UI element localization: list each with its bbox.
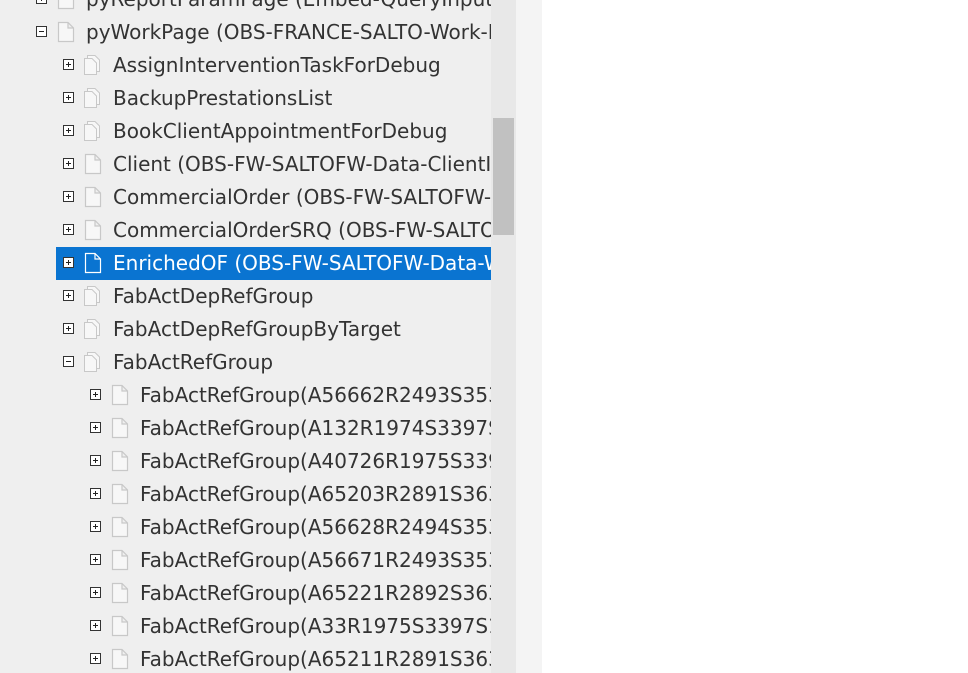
tree-row-label: FabActRefGroup(A56628R2494S3538 bbox=[140, 515, 491, 539]
tree-row-label: FabActRefGroup(A65203R2891S3633 bbox=[140, 482, 491, 506]
single-page-icon bbox=[84, 186, 102, 208]
expand-toggle-icon[interactable] bbox=[63, 125, 74, 136]
single-page-icon bbox=[111, 417, 129, 439]
tree-row[interactable]: pyWorkPage (OBS-FRANCE-SALTO-Work-D bbox=[0, 16, 491, 49]
tree-row-label: pyWorkPage (OBS-FRANCE-SALTO-Work-D bbox=[86, 20, 491, 44]
expand-toggle-icon[interactable] bbox=[36, 0, 47, 4]
expand-toggle-icon[interactable] bbox=[90, 389, 101, 400]
page-list-icon bbox=[84, 352, 100, 372]
tree-row-label: EnrichedOF (OBS-FW-SALTOFW-Data-W bbox=[113, 251, 491, 275]
page-list-icon bbox=[84, 286, 100, 306]
tree-row[interactable]: EnrichedOF (OBS-FW-SALTOFW-Data-W bbox=[0, 247, 491, 280]
single-page-icon bbox=[111, 450, 129, 472]
tree-row-label: CommercialOrder (OBS-FW-SALTOFW-D bbox=[113, 185, 491, 209]
expand-toggle-icon[interactable] bbox=[90, 620, 101, 631]
page-list-icon bbox=[84, 121, 100, 141]
single-page-icon bbox=[111, 483, 129, 505]
tree-row-label: FabActRefGroup(A56671R2493S3538 bbox=[140, 548, 491, 572]
expand-toggle-icon[interactable] bbox=[63, 59, 74, 70]
expand-toggle-icon[interactable] bbox=[90, 521, 101, 532]
single-page-icon bbox=[84, 219, 102, 241]
clipboard-tree-panel: pyReportParamPage (Embed-QueryInputs pyWo… bbox=[0, 0, 516, 673]
single-page-icon bbox=[111, 384, 129, 406]
tree-row-label: FabActRefGroup(A56662R2493S3538 bbox=[140, 383, 491, 407]
expand-toggle-icon[interactable] bbox=[90, 653, 101, 664]
page-list-icon bbox=[84, 88, 100, 108]
single-page-icon bbox=[84, 153, 102, 175]
tree-row-label: FabActRefGroup(A132R1974S3397S1 bbox=[140, 416, 491, 440]
tree-row-label: FabActRefGroup bbox=[113, 350, 274, 374]
tree-row-label: FabActRefGroup(A65211R2891S3633 bbox=[140, 647, 491, 671]
single-page-icon bbox=[111, 516, 129, 538]
tree-row-label: AssignInterventionTaskForDebug bbox=[113, 53, 441, 77]
tree-row-label: Client (OBS-FW-SALTOFW-Data-ClientIn bbox=[113, 152, 491, 176]
tree-row[interactable]: CommercialOrder (OBS-FW-SALTOFW-D bbox=[0, 181, 491, 214]
single-page-icon bbox=[111, 582, 129, 604]
tree-row[interactable]: FabActRefGroup(A33R1975S3397S10 bbox=[0, 610, 491, 643]
tree-row[interactable]: BookClientAppointmentForDebug bbox=[0, 115, 491, 148]
tree-row[interactable]: AssignInterventionTaskForDebug bbox=[0, 49, 491, 82]
tree-row[interactable]: FabActRefGroup(A56662R2493S3538 bbox=[0, 379, 491, 412]
right-panel-divider bbox=[516, 0, 542, 673]
single-page-icon bbox=[84, 252, 102, 274]
scrollbar-thumb[interactable] bbox=[493, 118, 514, 235]
expand-toggle-icon[interactable] bbox=[90, 455, 101, 466]
tree-row[interactable]: FabActRefGroup(A65221R2892S3633 bbox=[0, 577, 491, 610]
tree-row-label: pyReportParamPage (Embed-QueryInputs bbox=[86, 0, 491, 11]
tree-row[interactable]: FabActRefGroup(A65203R2891S3633 bbox=[0, 478, 491, 511]
single-page-icon bbox=[111, 549, 129, 571]
tree-row[interactable]: CommercialOrderSRQ (OBS-FW-SALTO bbox=[0, 214, 491, 247]
page-list-icon bbox=[84, 319, 100, 339]
expand-toggle-icon[interactable] bbox=[90, 554, 101, 565]
tree-row[interactable]: FabActDepRefGroup bbox=[0, 280, 491, 313]
expand-toggle-icon[interactable] bbox=[63, 257, 74, 268]
expand-toggle-icon[interactable] bbox=[90, 587, 101, 598]
expand-toggle-icon[interactable] bbox=[63, 290, 74, 301]
tree-row-label: FabActDepRefGroup bbox=[113, 284, 314, 308]
tree-row[interactable]: FabActRefGroup(A132R1974S3397S1 bbox=[0, 412, 491, 445]
tree-row-label: BookClientAppointmentForDebug bbox=[113, 119, 448, 143]
tree-row[interactable]: pyReportParamPage (Embed-QueryInputs bbox=[0, 0, 491, 16]
expand-toggle-icon[interactable] bbox=[90, 488, 101, 499]
tree-row[interactable]: FabActDepRefGroupByTarget bbox=[0, 313, 491, 346]
page-list-icon bbox=[84, 55, 100, 75]
tree-row[interactable]: FabActRefGroup(A65211R2891S3633 bbox=[0, 643, 491, 673]
expand-toggle-icon[interactable] bbox=[63, 323, 74, 334]
tree-row-label: FabActRefGroup(A65221R2892S3633 bbox=[140, 581, 491, 605]
single-page-icon bbox=[111, 648, 129, 670]
tree-row-label: BackupPrestationsList bbox=[113, 86, 333, 110]
tree-row-label: FabActDepRefGroupByTarget bbox=[113, 317, 401, 341]
single-page-icon bbox=[57, 0, 75, 10]
vertical-scrollbar[interactable] bbox=[491, 0, 516, 673]
collapse-toggle-icon[interactable] bbox=[36, 26, 47, 37]
page-tree: pyReportParamPage (Embed-QueryInputs pyWo… bbox=[0, 0, 491, 673]
tree-row[interactable]: Client (OBS-FW-SALTOFW-Data-ClientIn bbox=[0, 148, 491, 181]
tree-row[interactable]: FabActRefGroup(A40726R1975S3397 bbox=[0, 445, 491, 478]
tree-row[interactable]: FabActRefGroup(A56671R2493S3538 bbox=[0, 544, 491, 577]
tree-row-label: FabActRefGroup(A33R1975S3397S10 bbox=[140, 614, 491, 638]
tree-row-label: FabActRefGroup(A40726R1975S3397 bbox=[140, 449, 491, 473]
tree-row[interactable]: FabActRefGroup(A56628R2494S3538 bbox=[0, 511, 491, 544]
expand-toggle-icon[interactable] bbox=[63, 158, 74, 169]
expand-toggle-icon[interactable] bbox=[90, 422, 101, 433]
single-page-icon bbox=[57, 21, 75, 43]
expand-toggle-icon[interactable] bbox=[63, 92, 74, 103]
single-page-icon bbox=[111, 615, 129, 637]
tree-row[interactable]: BackupPrestationsList bbox=[0, 82, 491, 115]
tree-row-label: CommercialOrderSRQ (OBS-FW-SALTO bbox=[113, 218, 491, 242]
expand-toggle-icon[interactable] bbox=[63, 224, 74, 235]
collapse-toggle-icon[interactable] bbox=[63, 356, 74, 367]
tree-row[interactable]: FabActRefGroup bbox=[0, 346, 491, 379]
expand-toggle-icon[interactable] bbox=[63, 191, 74, 202]
